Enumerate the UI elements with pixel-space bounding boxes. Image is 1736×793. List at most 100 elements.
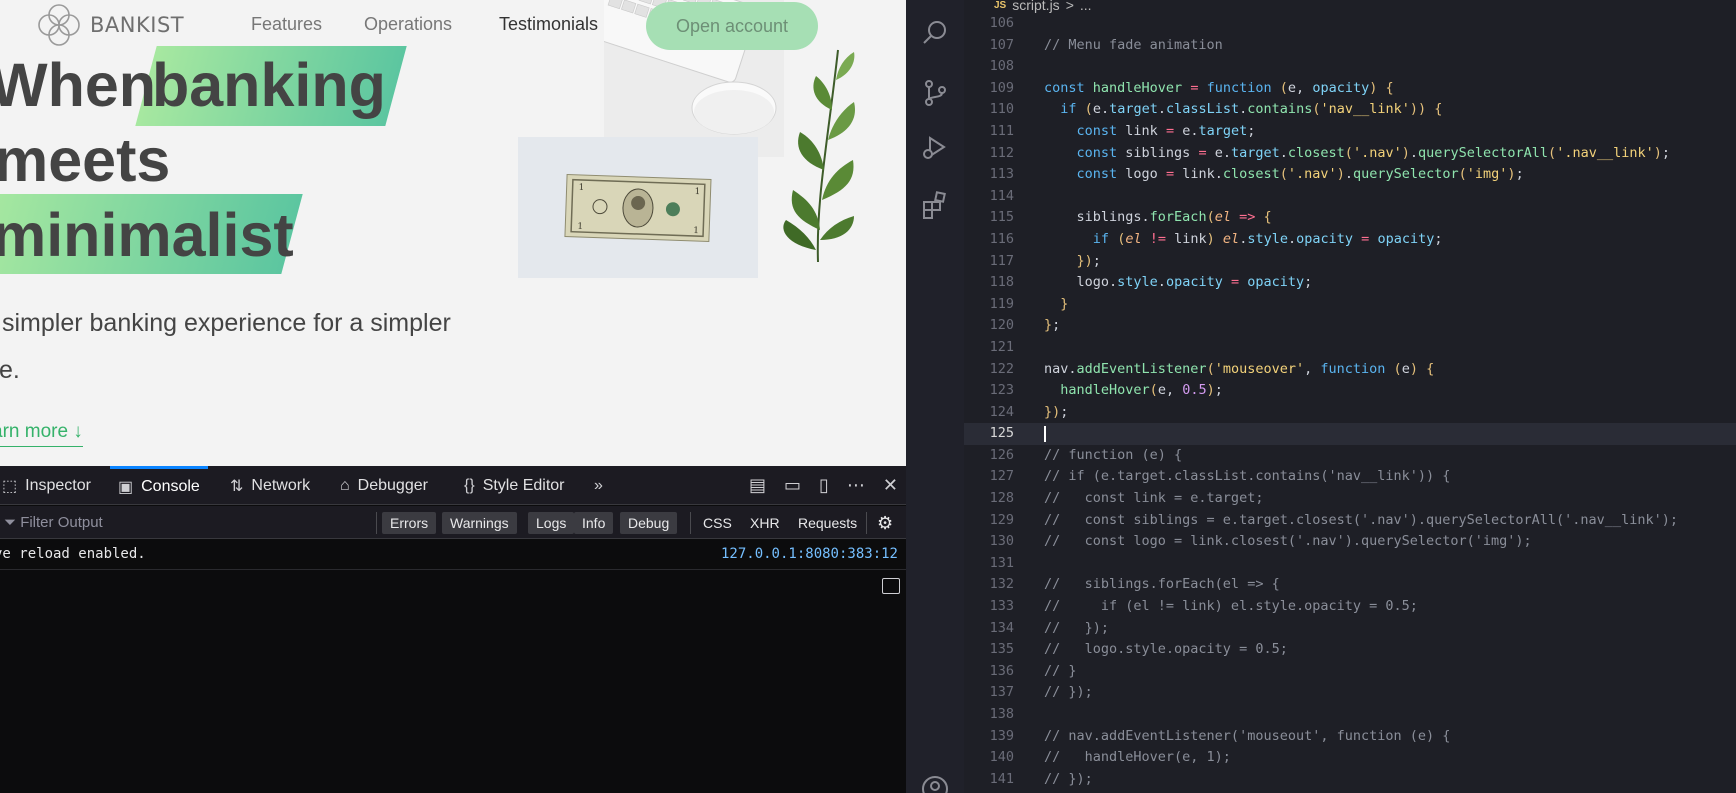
breadcrumb-file[interactable]: script.js [1012, 0, 1059, 13]
console-message-text: ve reload enabled. [0, 546, 146, 562]
code-line[interactable]: 108 [964, 56, 1736, 78]
line-number: 125 [989, 425, 1014, 442]
code-line[interactable]: 124}); [964, 402, 1736, 424]
code-line[interactable]: 126 // function (e) { [964, 445, 1736, 467]
line-number: 129 [989, 511, 1014, 528]
code-area[interactable]: 106 107 // Menu fade animation 108 109 const … [964, 13, 1736, 790]
extensions-icon[interactable] [920, 190, 950, 220]
code-line[interactable]: 111 const link = e.target; [964, 121, 1736, 143]
open-account-button[interactable]: Open account [646, 2, 818, 50]
code-line[interactable]: 113 const logo = link.closest('.nav').qu… [964, 164, 1736, 186]
filter-warnings-button[interactable]: Warnings [442, 512, 517, 534]
filter-logs-button[interactable]: Logs [528, 512, 575, 534]
code-line[interactable]: 140 // handleHover(e, 1); [964, 747, 1736, 769]
code-line[interactable]: 125 [964, 423, 1736, 445]
code-line[interactable]: 118 logo.style.opacity = opacity; [964, 272, 1736, 294]
filter-funnel-icon: ⏷ [4, 514, 17, 531]
site-nav: BANKIST Features Operations Testimonials… [0, 0, 906, 50]
filter-output-placeholder: Filter Output [20, 514, 103, 531]
responsive-design-icon[interactable]: ▯ [819, 475, 829, 496]
code-line[interactable]: 117 }); [964, 251, 1736, 273]
code-line[interactable]: 123 handleHover(e, 0.5); [964, 380, 1736, 402]
code-line[interactable]: 107 // Menu fade animation [964, 35, 1736, 57]
code-line[interactable]: 134 // }); [964, 618, 1736, 640]
line-number: 126 [989, 446, 1014, 463]
nav-link-testimonials[interactable]: Testimonials [499, 14, 598, 35]
code-line[interactable]: 133 // if (el != link) el.style.opacity =… [964, 596, 1736, 618]
code-line[interactable]: 112 const siblings = e.target.closest('.… [964, 143, 1736, 165]
bankist-logo[interactable]: BANKIST [36, 2, 184, 48]
code-text: // const siblings = e.target.closest('.n… [1044, 511, 1678, 528]
more-tools-button[interactable]: » [594, 466, 603, 505]
code-line[interactable]: 128 // const link = e.target; [964, 488, 1736, 510]
more-options-icon[interactable]: ⋯ [847, 475, 865, 496]
filter-debug-button[interactable]: Debug [620, 512, 678, 534]
learn-more-link[interactable]: arn more ↓ [0, 421, 83, 447]
line-number: 130 [989, 533, 1014, 550]
nav-link-operations[interactable]: Operations [364, 14, 452, 35]
code-line[interactable]: 130 // const logo = link.closest('.nav').… [964, 531, 1736, 553]
code-line[interactable]: 110 if (e.target.classList.contains('nav… [964, 99, 1736, 121]
hero-subtitle-line-2: e. [0, 356, 20, 384]
breadcrumb: JS script.js > ... [994, 0, 1092, 14]
code-line[interactable]: 116 if (el != link) el.style.opacity = o… [964, 229, 1736, 251]
tab-style-editor[interactable]: {} Style Editor [464, 466, 565, 505]
code-line[interactable]: 131 [964, 553, 1736, 575]
pick-element-icon[interactable]: ▤ [749, 475, 766, 496]
run-debug-icon[interactable] [920, 132, 950, 162]
accounts-icon[interactable] [920, 774, 950, 793]
code-line[interactable]: 132 // siblings.forEach(el => { [964, 574, 1736, 596]
filter-xhr-button[interactable]: XHR [750, 512, 780, 534]
filter-errors-button[interactable]: Errors [382, 512, 437, 534]
code-line[interactable]: 137 // }); [964, 682, 1736, 704]
code-line[interactable]: 136 // } [964, 661, 1736, 683]
tab-console[interactable]: ▣ Console [110, 466, 208, 505]
filter-css-button[interactable]: CSS [703, 512, 732, 534]
filter-info-button[interactable]: Info [574, 512, 614, 534]
close-icon[interactable]: ✕ [883, 475, 898, 496]
console-settings-icon[interactable]: ⚙ [877, 512, 893, 534]
code-line[interactable]: 139 // nav.addEventListener('mouseout', f… [964, 726, 1736, 748]
editor-pane[interactable]: JS script.js > ... 106 107 // Menu fade an… [964, 0, 1736, 793]
code-text: // handleHover(e, 1); [1044, 749, 1231, 766]
tab-debugger[interactable]: ⌂ Debugger [340, 466, 428, 505]
code-line[interactable]: 121 [964, 337, 1736, 359]
text-cursor [1044, 426, 1046, 443]
code-line[interactable]: 114 [964, 186, 1736, 208]
filter-requests-button[interactable]: Requests [798, 512, 857, 534]
code-line[interactable]: 120}; [964, 315, 1736, 337]
console-sidebar-toggle-icon[interactable] [882, 578, 900, 594]
code-line[interactable]: 129 // const siblings = e.target.closest(… [964, 510, 1736, 532]
code-text: }; [1044, 317, 1061, 334]
filter-output-input[interactable]: ⏷ Filter Output [4, 514, 103, 531]
code-text: // nav.addEventListener('mouseout', func… [1044, 727, 1451, 744]
code-line[interactable]: 138 [964, 704, 1736, 726]
code-line[interactable]: 119 } [964, 294, 1736, 316]
code-line[interactable]: 135 // logo.style.opacity = 0.5; [964, 639, 1736, 661]
code-line[interactable]: 115 siblings.forEach(el => { [964, 207, 1736, 229]
line-number: 133 [989, 598, 1014, 615]
code-line[interactable]: 109 const handleHover = function (e, opac… [964, 78, 1736, 100]
svg-text:1: 1 [578, 183, 584, 193]
search-icon[interactable] [920, 18, 950, 48]
tab-network[interactable]: ⇅ Network [230, 466, 310, 505]
line-number: 134 [989, 619, 1014, 636]
line-number: 116 [989, 230, 1014, 247]
breadcrumb-more[interactable]: ... [1080, 0, 1092, 13]
console-message-source-link[interactable]: 127.0.0.1:8080:383:12 [721, 546, 898, 562]
code-line[interactable]: 106 [964, 13, 1736, 35]
tab-inspector[interactable]: ⬚ Inspector [2, 466, 91, 505]
devtools-toolbar: ⬚ Inspector ▣ Console ⇅ Network ⌂ Debugg… [0, 466, 906, 505]
nav-link-features[interactable]: Features [251, 14, 322, 35]
source-control-icon[interactable] [920, 78, 950, 108]
code-line[interactable]: 127 // if (e.target.classList.contains('n… [964, 466, 1736, 488]
code-text: // const link = e.target; [1044, 490, 1264, 507]
code-line[interactable]: 122 nav.addEventListener('mouseover', fun… [964, 359, 1736, 381]
code-line[interactable]: 141 // }); [964, 769, 1736, 791]
browser-window: 1 1 1 1 BANKIST Features Operations Test… [0, 0, 906, 793]
code-text: if (el != link) el.style.opacity = opaci… [1092, 230, 1443, 247]
ruler-icon[interactable]: ▭ [784, 475, 801, 496]
line-number: 140 [989, 749, 1014, 766]
code-text: // } [1044, 662, 1077, 679]
line-number: 122 [989, 360, 1014, 377]
